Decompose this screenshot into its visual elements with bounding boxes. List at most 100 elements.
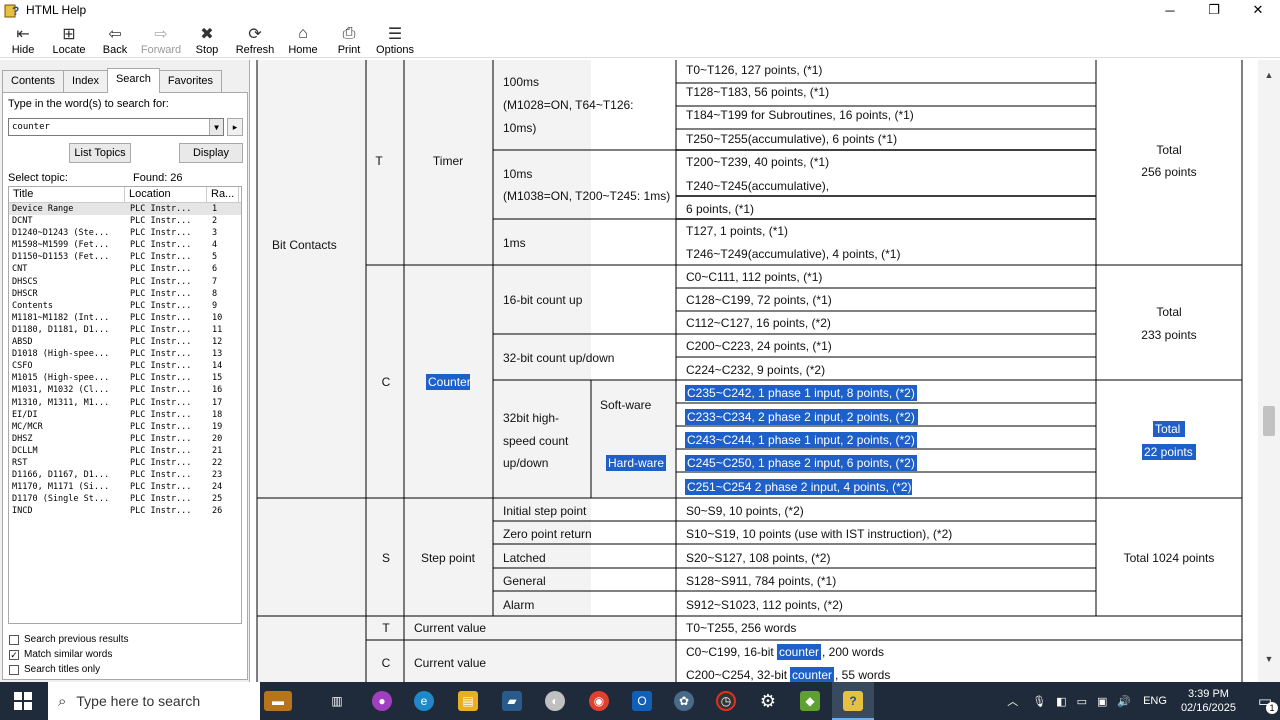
file-explorer-icon[interactable]: ▤ (458, 691, 478, 711)
app-icon-4[interactable]: ◷ (716, 691, 736, 711)
timer-name: Timer (433, 154, 463, 168)
search-option-checkbox[interactable]: Search titles only (9, 664, 100, 675)
list-item[interactable]: DHSCS PLC Instr... 7 (9, 276, 241, 288)
microphone-icon[interactable]: 🎙 (1032, 695, 1046, 708)
scroll-down-icon[interactable]: ▼ (1258, 654, 1280, 670)
app-icon-5[interactable]: ◆ (800, 691, 820, 711)
list-item[interactable]: M1031, M1032 (Cl... PLC Instr... 16 (9, 384, 241, 396)
search-option-checkbox[interactable]: Search previous results (9, 634, 129, 645)
list-item[interactable]: ABSD PLC Instr... 12 (9, 336, 241, 348)
list-item[interactable]: Device Range PLC Instr... 1 (9, 203, 241, 216)
task-view-icon[interactable]: ▥ (327, 691, 347, 711)
list-item-cell: 24 (212, 482, 223, 493)
list-item-cell: 14 (212, 361, 223, 372)
navigation-pane: Contents Index Search Favorites Type in the… (0, 60, 250, 682)
app-icon[interactable]: ▰ (502, 691, 522, 711)
toolbar-home-button[interactable]: ⌂ Home (280, 20, 326, 58)
list-item-cell: 23 (212, 470, 223, 481)
tab-index[interactable]: Index (63, 70, 108, 92)
toolbar-print-button[interactable]: ⎙ Print (326, 20, 372, 58)
list-item-cell: 4 (212, 240, 218, 251)
toolbar-refresh-button[interactable]: ⟳ Refresh (230, 20, 280, 58)
search-input[interactable]: counter ▼ (8, 118, 224, 136)
topic-results-list[interactable]: Title Location Ra... Device Range PLC Instr… (8, 186, 242, 624)
windows-start-icon[interactable] (14, 692, 32, 710)
search-option-checkbox[interactable]: ✓ Match similar words (9, 649, 112, 660)
list-item[interactable]: EI/DI PLC Instr... 18 (9, 409, 241, 421)
tab-favorites[interactable]: Favorites (158, 70, 223, 92)
restore-button[interactable]: ❐ (1192, 0, 1236, 20)
list-item[interactable]: DCLLM PLC Instr... 21 (9, 445, 241, 457)
list-item[interactable]: D1240~D1243 (Ste... PLC Instr... 3 (9, 227, 241, 239)
taskbar-search-box[interactable]: ⌕ Type here to search (48, 682, 260, 720)
timer-total: Total (1156, 143, 1181, 157)
copilot-icon[interactable]: ● (372, 691, 392, 711)
app-icon-2[interactable]: ◐ (545, 691, 565, 711)
vertical-scrollbar[interactable]: ▲ ▼ (1258, 60, 1280, 682)
edge-icon[interactable]: e (414, 691, 434, 711)
language-indicator[interactable]: ENG (1143, 695, 1167, 707)
list-item[interactable]: INCD PLC Instr... 26 (9, 505, 241, 517)
settings-icon[interactable]: ⚙ (758, 691, 778, 711)
locate-icon: ⊞ (62, 26, 76, 43)
toolbar-hide-button[interactable]: ⇤ Hide (0, 20, 46, 58)
list-item[interactable]: D1018 (High-spee... PLC Instr... 13 (9, 348, 241, 360)
list-item[interactable]: Contents PLC Instr... 9 (9, 300, 241, 312)
camera-icon[interactable]: ◧ (1056, 695, 1066, 708)
battery-icon[interactable]: ▭ (1077, 695, 1087, 708)
chevron-up-icon[interactable]: ︿ (1007, 693, 1018, 709)
search-match: counter (779, 645, 819, 659)
list-item[interactable]: DCNT PLC Instr... 2 (9, 215, 241, 227)
outlook-icon[interactable]: O (632, 691, 652, 711)
clock[interactable]: 3:39 PM 02/16/2025 (1181, 687, 1236, 715)
volume-icon[interactable]: 🔊 (1117, 695, 1131, 708)
list-item-cell: PLC Instr... (130, 409, 192, 420)
minimize-button[interactable]: ─ (1148, 0, 1192, 20)
list-item[interactable]: D1166, D1167, D1... PLC Instr... 23 (9, 469, 241, 481)
toolbar-stop-button[interactable]: ✖ Stop (184, 20, 230, 58)
step-code: S (382, 551, 390, 565)
list-item[interactable]: DHSZ PLC Instr... 20 (9, 433, 241, 445)
tab-contents[interactable]: Contents (2, 70, 65, 92)
counter-group-label: 16-bit count up (503, 293, 583, 307)
search-go-button[interactable]: ▸ (227, 118, 243, 136)
display-button[interactable]: Display (179, 143, 243, 163)
list-item[interactable]: D1170 (Single St... PLC Instr... 25 (9, 493, 241, 505)
list-item[interactable]: CNT PLC Instr... 6 (9, 263, 241, 275)
list-topics-button[interactable]: List Topics (69, 143, 131, 163)
column-header-1[interactable]: Location (125, 187, 207, 202)
network-icon[interactable]: ▣ (1097, 695, 1107, 708)
toolbar-back-button[interactable]: ⇦ Back (92, 20, 138, 58)
app-icon-3[interactable]: ✿ (674, 691, 694, 711)
list-item[interactable]: M1310, M1311, M1... PLC Instr... 17 (9, 397, 241, 409)
chevron-down-icon[interactable]: ▼ (209, 119, 223, 135)
tab-search[interactable]: Search (106, 68, 160, 93)
toolbar-options-button[interactable]: ☰ Options (372, 20, 418, 58)
list-item[interactable]: D1180, D1181, D1... PLC Instr... 11 (9, 324, 241, 336)
list-item[interactable]: MC/MCR PLC Instr... 19 (9, 421, 241, 433)
scroll-up-icon[interactable]: ▲ (1258, 70, 1280, 86)
html-help-taskbar-button[interactable]: ? (832, 682, 874, 720)
toolbar: ⇤ Hide ⊞ Locate ⇦ Back ⇨ Forward ✖ Stop ⟳ Refresh ⌂ H… (0, 20, 1280, 58)
chrome-icon[interactable]: ◉ (589, 691, 609, 711)
list-item[interactable]: M1015 (High-spee... PLC Instr... 15 (9, 372, 241, 384)
list-item[interactable]: M1170, M1171 (Si... PLC Instr... 24 (9, 481, 241, 493)
list-item-cell: PLC Instr... (130, 421, 192, 432)
clock-date: 02/16/2025 (1180, 702, 1236, 714)
column-header-2[interactable]: Ra... (207, 187, 239, 202)
step-type: Zero point return (503, 527, 592, 541)
list-item[interactable]: RST PLC Instr... 22 (9, 457, 241, 469)
briefcase-icon[interactable]: ▬ (264, 691, 292, 711)
toolbar-forward-button[interactable]: ⇨ Forward (138, 20, 184, 58)
scrollbar-thumb[interactable] (1263, 406, 1275, 436)
list-item[interactable]: M1598~M1599 (Fet... PLC Instr... 4 (9, 239, 241, 251)
list-item[interactable]: DHSCR PLC Instr... 8 (9, 288, 241, 300)
notification-icon[interactable]: ▭ 1 (1250, 682, 1280, 720)
list-item[interactable]: M1181~M1182 (Int... PLC Instr... 10 (9, 312, 241, 324)
close-button[interactable]: ✕ (1236, 0, 1280, 20)
list-item[interactable]: D1150~D1153 (Fet... PLC Instr... 5 (9, 251, 241, 263)
list-item[interactable]: CSFO PLC Instr... 14 (9, 360, 241, 372)
toolbar-locate-button[interactable]: ⊞ Locate (46, 20, 92, 58)
list-item-cell: 25 (212, 494, 223, 505)
column-header-0[interactable]: Title (9, 187, 125, 202)
